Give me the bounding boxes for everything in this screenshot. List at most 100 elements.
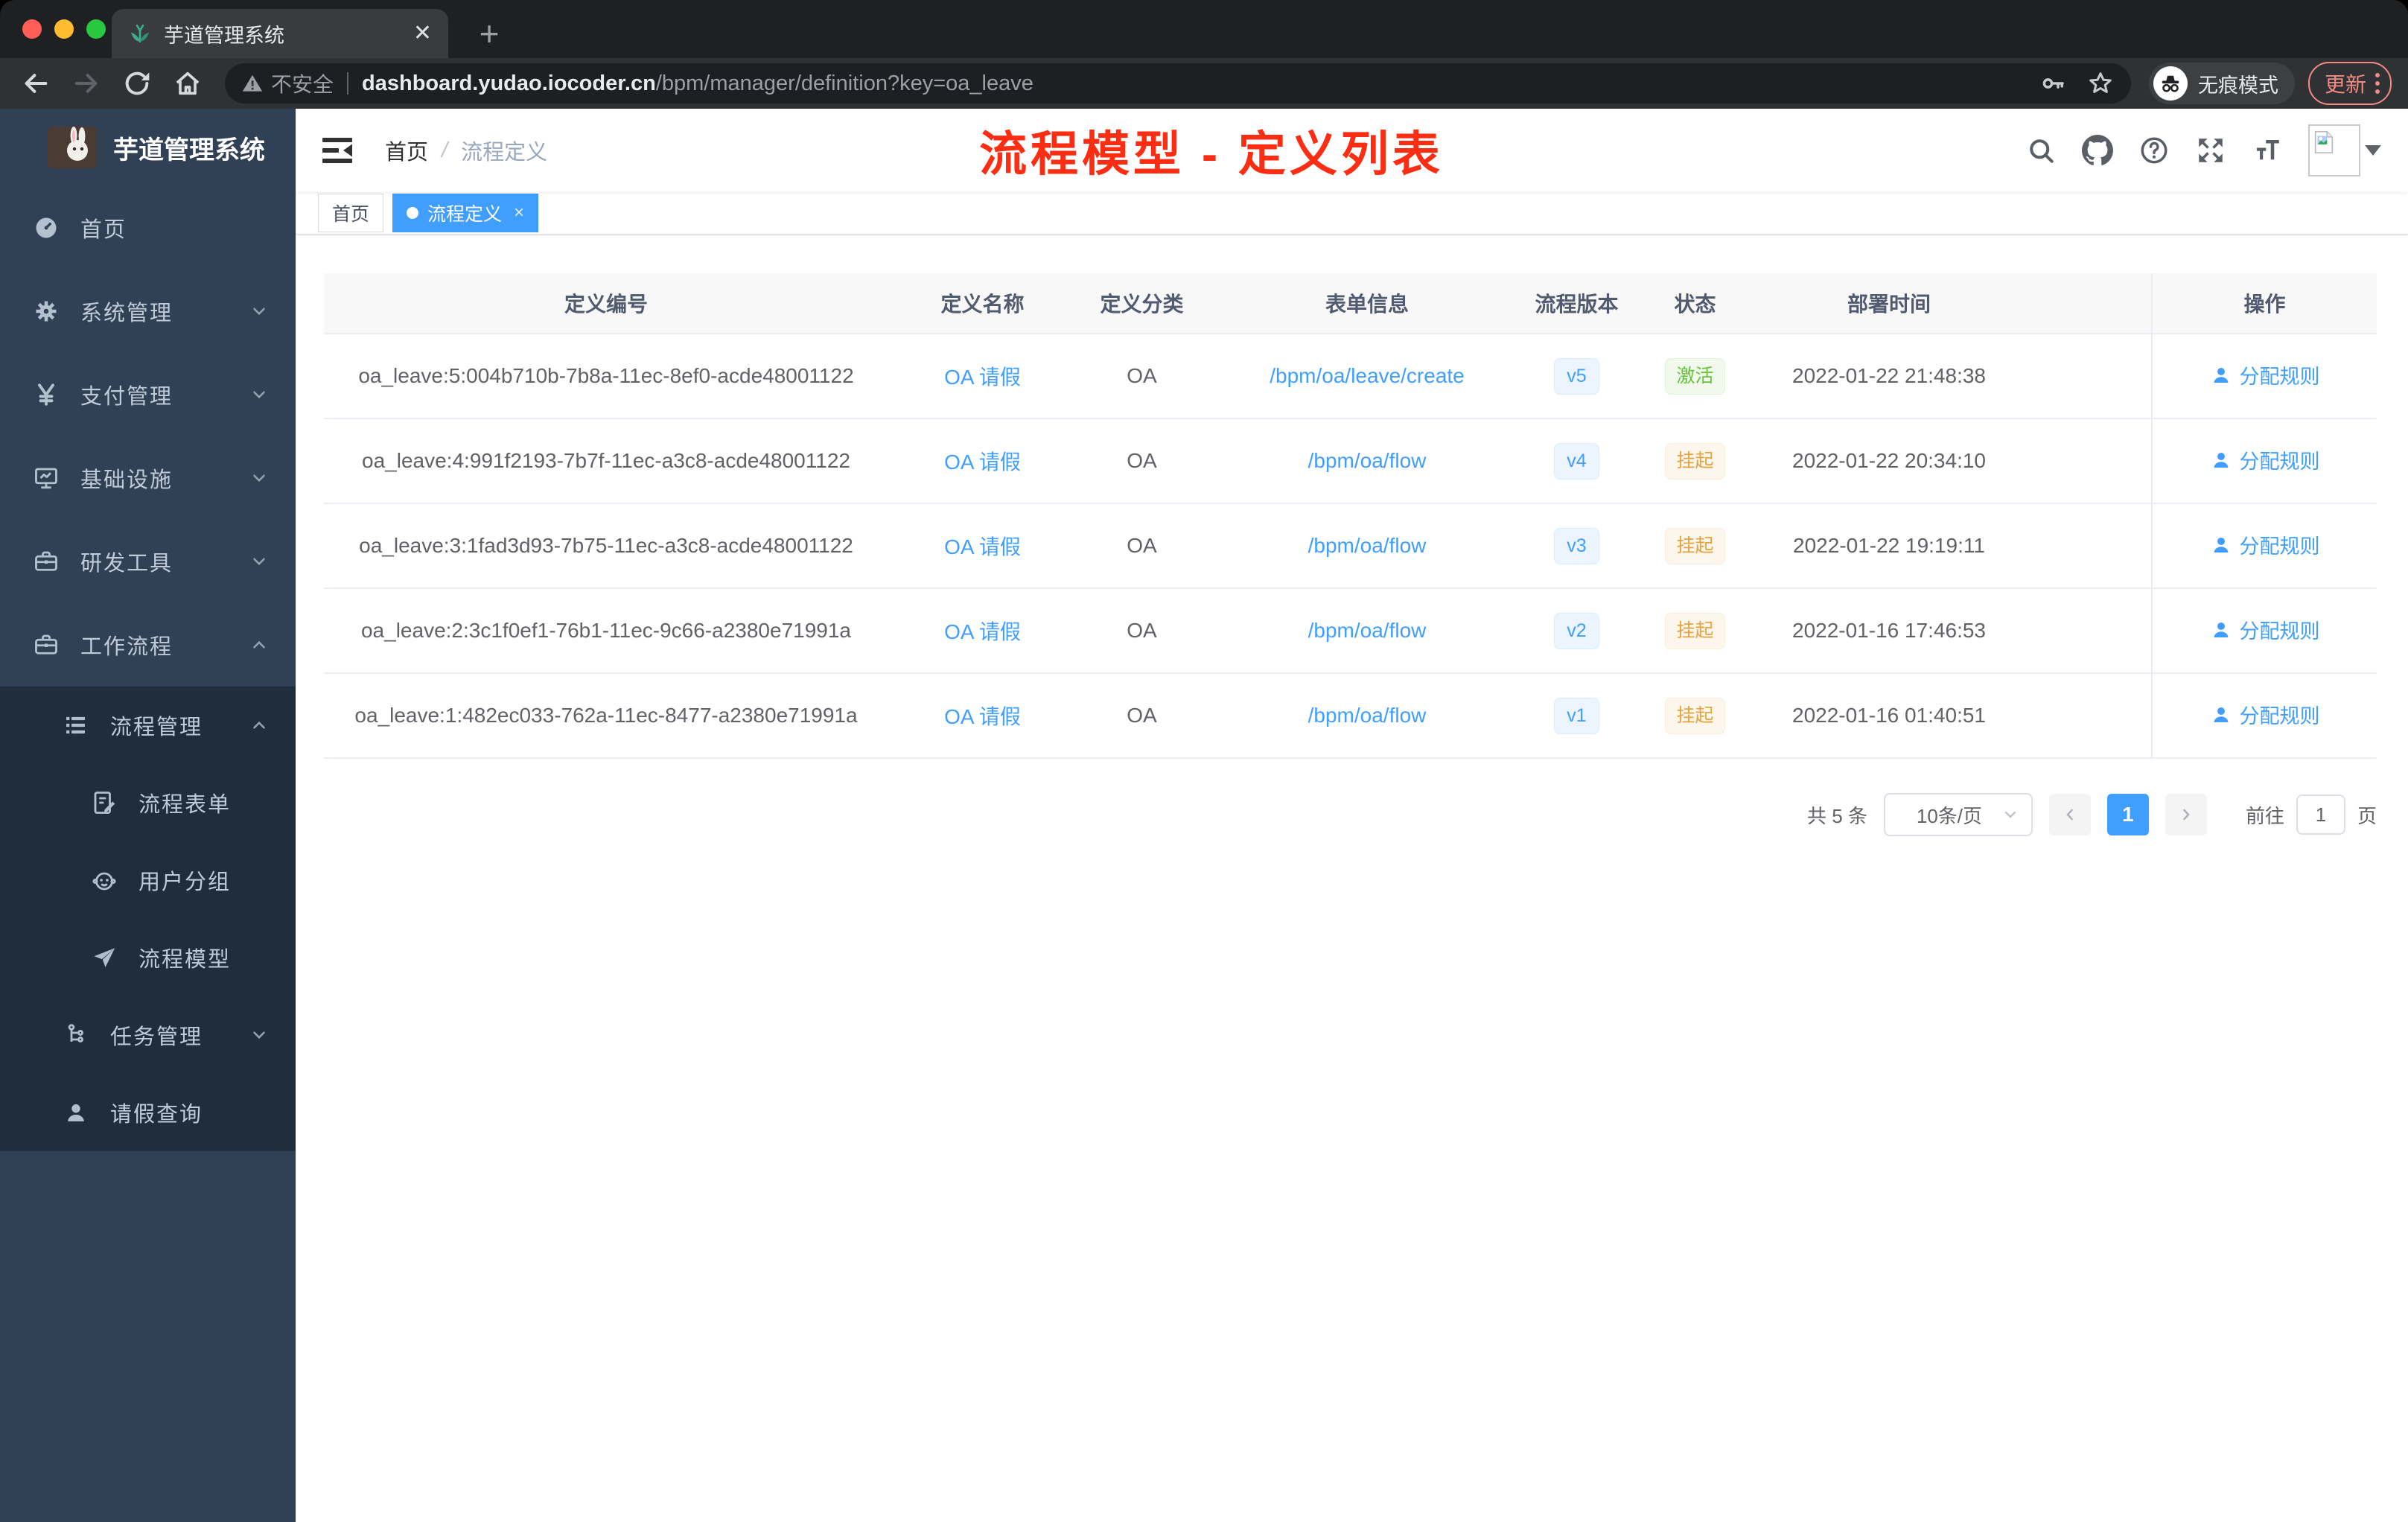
tag-close-icon[interactable]: × — [514, 203, 524, 223]
sidebar-item-label: 工作流程 — [80, 635, 173, 659]
sidebar-item-label: 系统管理 — [80, 302, 173, 325]
minimize-window-button[interactable] — [54, 19, 74, 39]
monitor-icon — [33, 465, 60, 491]
sidebar-item-task-manage[interactable]: 任务管理 — [0, 996, 296, 1074]
version-badge: v3 — [1554, 527, 1599, 564]
column-header: 状态 — [1626, 273, 1764, 334]
browser-menu-icon[interactable] — [2375, 73, 2380, 94]
update-button[interactable]: 更新 — [2307, 62, 2392, 105]
definition-name-link[interactable]: OA 请假 — [944, 450, 1021, 474]
user-avatar[interactable] — [2308, 124, 2381, 176]
browser-tabstrip: 芋道管理系统 ✕ + — [0, 0, 2408, 58]
fullscreen-icon[interactable] — [2195, 135, 2226, 166]
refresh-icon[interactable] — [122, 69, 152, 98]
sidebar-item-workflow[interactable]: 工作流程 — [0, 603, 296, 687]
goto-label: 前往 — [2245, 804, 2284, 827]
chevron-down-icon — [249, 302, 269, 321]
url-text: dashboard.yudao.iocoder.cn/bpm/manager/d… — [362, 71, 2040, 96]
sidebar-item-process-manage[interactable]: 流程管理 — [0, 687, 296, 764]
assign-rule-link[interactable]: 分配规则 — [2210, 360, 2320, 389]
breadcrumb-home[interactable]: 首页 — [385, 135, 428, 166]
sidebar-item-user-group[interactable]: 用户分组 — [0, 841, 296, 919]
sidebar-item-devtools[interactable]: 研发工具 — [0, 520, 296, 603]
person-icon — [2214, 367, 2228, 383]
deploy-time: 2022-01-16 01:40:51 — [1792, 704, 1986, 727]
assign-rule-link[interactable]: 分配规则 — [2210, 530, 2320, 559]
sidebar-item-label: 任务管理 — [110, 1025, 203, 1049]
table-row: oa_leave:5:004b710b-7b8a-11ec-8ef0-acde4… — [324, 334, 2377, 419]
sidebar-item-process-model[interactable]: 流程模型 — [0, 919, 296, 996]
sidebar-item-payment[interactable]: 支付管理 — [0, 353, 296, 436]
sidebar-item-label: 首页 — [80, 218, 127, 242]
help-icon[interactable] — [2138, 135, 2170, 166]
tag-home[interactable]: 首页 — [318, 194, 384, 232]
chevron-left-icon — [2066, 809, 2073, 821]
form-link[interactable]: /bpm/oa/leave/create — [1270, 364, 1465, 387]
bookmark-star-icon[interactable] — [2086, 69, 2115, 98]
assign-rule-link[interactable]: 分配规则 — [2210, 445, 2320, 474]
form-link[interactable]: /bpm/oa/flow — [1308, 619, 1427, 642]
goto-page-input[interactable] — [2296, 795, 2345, 835]
form-link[interactable]: /bpm/oa/flow — [1308, 534, 1427, 557]
browser-tab[interactable]: 芋道管理系统 ✕ — [112, 9, 448, 58]
tab-title: 芋道管理系统 — [164, 24, 284, 47]
close-window-button[interactable] — [22, 19, 42, 39]
form-link[interactable]: /bpm/oa/flow — [1308, 704, 1427, 727]
sidebar-item-leave-query[interactable]: 请假查询 — [0, 1074, 296, 1151]
assign-rule-label: 分配规则 — [2239, 450, 2320, 474]
column-header: 流程版本 — [1527, 273, 1626, 334]
zoom-window-button[interactable] — [86, 19, 106, 39]
tag-process-definition[interactable]: 流程定义 × — [392, 194, 539, 232]
form-link[interactable]: /bpm/oa/flow — [1308, 449, 1427, 472]
tags-view: 首页 流程定义 × — [296, 192, 2408, 235]
prev-page-button[interactable] — [2048, 794, 2091, 835]
forward-icon[interactable] — [71, 69, 101, 98]
definition-name-link[interactable]: OA 请假 — [944, 620, 1021, 643]
page-size-select[interactable]: 10条/页 — [1883, 793, 2033, 836]
definition-category: OA — [1127, 364, 1157, 387]
incognito-badge: 无痕模式 — [2148, 63, 2295, 104]
back-icon[interactable] — [21, 69, 51, 98]
chevron-up-icon — [249, 716, 269, 735]
sidebar-item-process-form[interactable]: 流程表单 — [0, 764, 296, 841]
assign-rule-link[interactable]: 分配规则 — [2210, 615, 2320, 644]
sidebar-fold-icon[interactable] — [321, 136, 355, 165]
sidebar-item-infra[interactable]: 基础设施 — [0, 436, 296, 520]
tab-close-icon[interactable]: ✕ — [413, 22, 432, 45]
goto-page: 前往 页 — [2246, 795, 2377, 835]
column-header: 定义编号 — [324, 273, 888, 334]
security-warning[interactable]: 不安全 — [241, 69, 334, 98]
definition-name-link[interactable]: OA 请假 — [944, 366, 1021, 389]
definition-name-link[interactable]: OA 请假 — [944, 535, 1021, 558]
font-size-icon[interactable] — [2252, 135, 2283, 166]
sidebar-item-label: 请假查询 — [110, 1103, 203, 1127]
table-header-row: 定义编号 定义名称 定义分类 表单信息 流程版本 状态 部署时间 操作 — [324, 273, 2377, 334]
navbar-actions — [2025, 124, 2381, 176]
address-bar[interactable]: 不安全 dashboard.yudao.iocoder.cn/bpm/manag… — [225, 63, 2131, 104]
sidebar-item-label: 基础设施 — [80, 468, 173, 492]
tree-icon — [63, 1022, 89, 1048]
url-host: dashboard.yudao.iocoder.cn — [362, 71, 656, 95]
breadcrumb: 首页 / 流程定义 — [385, 135, 547, 166]
sidebar-item-home[interactable]: 首页 — [0, 186, 296, 270]
user-icon — [63, 1099, 89, 1126]
update-label: 更新 — [2324, 73, 2366, 96]
version-badge: v1 — [1554, 697, 1599, 734]
definition-category: OA — [1127, 704, 1157, 727]
github-icon[interactable] — [2082, 135, 2113, 166]
definition-name-link[interactable]: OA 请假 — [944, 705, 1021, 728]
workflow-submenu: 流程管理 流程表单 用户分组 流程模型 任务管理 请假查询 — [0, 687, 296, 1151]
password-key-icon[interactable] — [2040, 70, 2067, 97]
chevron-down-icon — [249, 468, 269, 488]
new-tab-button[interactable]: + — [468, 12, 511, 55]
definition-category: OA — [1127, 534, 1157, 557]
next-page-button[interactable] — [2165, 794, 2207, 835]
assign-rule-label: 分配规则 — [2239, 620, 2320, 643]
sidebar-logo[interactable]: 芋道管理系统 — [0, 109, 296, 186]
sidebar-item-system[interactable]: 系统管理 — [0, 270, 296, 353]
status-badge: 挂起 — [1665, 527, 1725, 564]
home-icon[interactable] — [173, 69, 203, 98]
current-page-button[interactable]: 1 — [2106, 794, 2149, 835]
assign-rule-link[interactable]: 分配规则 — [2210, 700, 2320, 729]
search-icon[interactable] — [2025, 135, 2057, 166]
